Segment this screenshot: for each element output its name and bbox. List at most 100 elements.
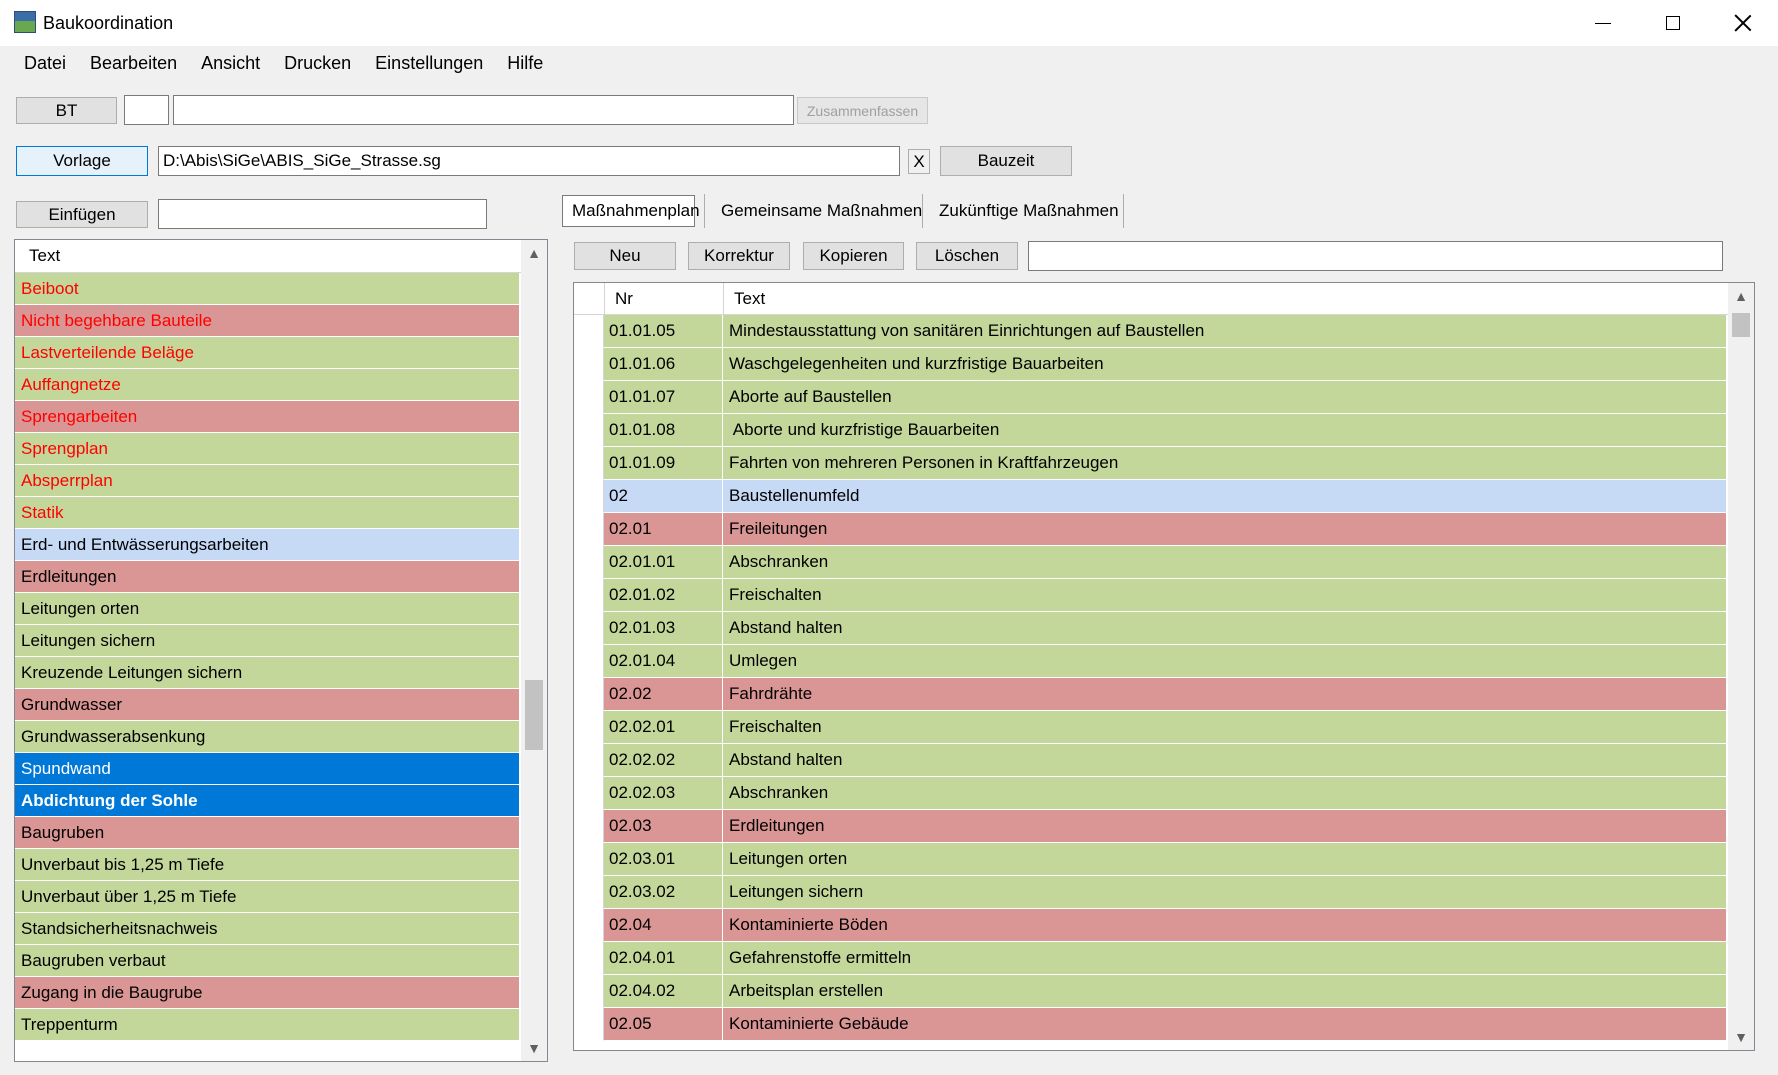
cell-nr[interactable]: 01.01.06 (604, 348, 723, 381)
table-row[interactable]: 02.02.03 Abschranken (574, 777, 1754, 810)
cell-text[interactable]: Leitungen sichern (723, 876, 1726, 909)
cell-text[interactable]: Abstand halten (723, 612, 1726, 645)
table-row[interactable]: 02.04.02 Arbeitsplan erstellen (574, 975, 1754, 1008)
list-item[interactable]: Grundwasser (15, 689, 519, 721)
cell-text[interactable]: Kontaminierte Gebäude (723, 1008, 1726, 1041)
scroll-up-icon[interactable]: ▲ (1728, 283, 1754, 309)
table-row[interactable]: 02.01 Freileitungen (574, 513, 1754, 546)
new-button[interactable]: Neu (574, 242, 676, 270)
table-row[interactable]: 02.01.02 Freischalten (574, 579, 1754, 612)
table-row[interactable]: 01.01.08 Aborte und kurzfristige Bauarbe… (574, 414, 1754, 447)
cell-nr[interactable]: 02.04.01 (604, 942, 723, 975)
table-row[interactable]: 02.03 Erdleitungen (574, 810, 1754, 843)
table-row[interactable]: 02.03.02 Leitungen sichern (574, 876, 1754, 909)
row-selector[interactable] (574, 414, 604, 447)
menu-bearbeiten[interactable]: Bearbeiten (78, 48, 189, 80)
cell-nr[interactable]: 02.01.03 (604, 612, 723, 645)
close-button[interactable] (1708, 0, 1778, 46)
cell-nr[interactable]: 02.02.02 (604, 744, 723, 777)
list-item[interactable]: Standsicherheitsnachweis (15, 913, 519, 945)
list-item[interactable]: Grundwasserabsenkung (15, 721, 519, 753)
row-selector[interactable] (574, 447, 604, 480)
cell-text[interactable]: Leitungen orten (723, 843, 1726, 876)
row-selector[interactable] (574, 579, 604, 612)
list-item[interactable]: Leitungen orten (15, 593, 519, 625)
bauzeit-button[interactable]: Bauzeit (940, 146, 1072, 176)
cell-nr[interactable]: 02.01 (604, 513, 723, 546)
list-item[interactable]: Treppenturm (15, 1009, 519, 1041)
list-item[interactable]: Erd- und Entwässerungsarbeiten (15, 529, 519, 561)
cell-text[interactable]: Freischalten (723, 579, 1726, 612)
row-selector[interactable] (574, 480, 604, 513)
cell-text[interactable]: Aborte und kurzfristige Bauarbeiten (723, 414, 1726, 447)
scroll-thumb[interactable] (525, 680, 543, 750)
cell-text[interactable]: Fahrdrähte (723, 678, 1726, 711)
list-scrollbar[interactable]: ▲ ▼ (521, 240, 547, 1061)
table-row[interactable]: 02.01.03 Abstand halten (574, 612, 1754, 645)
cell-text[interactable]: Gefahrenstoffe ermitteln (723, 942, 1726, 975)
list-item[interactable]: Beiboot (15, 273, 519, 305)
cell-text[interactable]: Abstand halten (723, 744, 1726, 777)
row-selector[interactable] (574, 1008, 604, 1041)
cell-nr[interactable]: 02.03.02 (604, 876, 723, 909)
list-item[interactable]: Sprengplan (15, 433, 519, 465)
insert-field[interactable] (158, 199, 487, 229)
copy-button[interactable]: Kopieren (803, 242, 904, 270)
cell-text[interactable]: Abschranken (723, 546, 1726, 579)
cell-nr[interactable]: 02.02 (604, 678, 723, 711)
row-selector[interactable] (574, 942, 604, 975)
cell-nr[interactable]: 01.01.08 (604, 414, 723, 447)
list-item[interactable]: Lastverteilende Beläge (15, 337, 519, 369)
cell-text[interactable]: Abschranken (723, 777, 1726, 810)
template-path-field[interactable]: D:\Abis\SiGe\ABIS_SiGe_Strasse.sg (158, 146, 900, 176)
cell-nr[interactable]: 02.02.01 (604, 711, 723, 744)
cell-nr[interactable]: 01.01.09 (604, 447, 723, 480)
row-selector[interactable] (574, 513, 604, 546)
tab-massnahmenplan[interactable]: Maßnahmenplan (562, 195, 700, 227)
correction-button[interactable]: Korrektur (688, 242, 790, 270)
list-item[interactable]: Zugang in die Baugrube (15, 977, 519, 1009)
grid-scrollbar[interactable]: ▲ ▼ (1728, 283, 1754, 1050)
table-row[interactable]: 01.01.07 Aborte auf Baustellen (574, 381, 1754, 414)
cell-text[interactable]: Arbeitsplan erstellen (723, 975, 1726, 1008)
list-item[interactable]: Abdichtung der Sohle (15, 785, 519, 817)
row-selector[interactable] (574, 645, 604, 678)
scroll-up-icon[interactable]: ▲ (521, 240, 547, 266)
bt-button[interactable]: BT (16, 97, 117, 124)
row-selector[interactable] (574, 678, 604, 711)
clear-path-button[interactable]: X (908, 149, 930, 174)
delete-button[interactable]: Löschen (916, 242, 1018, 270)
scroll-thumb[interactable] (1732, 313, 1750, 337)
menu-drucken[interactable]: Drucken (272, 48, 363, 80)
cell-text[interactable]: Freischalten (723, 711, 1726, 744)
table-row[interactable]: 02 Baustellenumfeld (574, 480, 1754, 513)
cell-text[interactable]: Umlegen (723, 645, 1726, 678)
row-selector[interactable] (574, 348, 604, 381)
tab-gemeinsame-massnahmen[interactable]: Gemeinsame Maßnahmen (712, 194, 931, 228)
table-row[interactable]: 02.04 Kontaminierte Böden (574, 909, 1754, 942)
table-row[interactable]: 02.05 Kontaminierte Gebäude (574, 1008, 1754, 1041)
row-selector[interactable] (574, 810, 604, 843)
cell-nr[interactable]: 02 (604, 480, 723, 513)
menu-einstellungen[interactable]: Einstellungen (363, 48, 495, 80)
list-item[interactable]: Baugruben (15, 817, 519, 849)
list-item[interactable]: Nicht begehbare Bauteile (15, 305, 519, 337)
insert-button[interactable]: Einfügen (16, 201, 148, 228)
cell-text[interactable]: Kontaminierte Böden (723, 909, 1726, 942)
row-selector[interactable] (574, 315, 604, 348)
row-selector[interactable] (574, 711, 604, 744)
table-row[interactable]: 02.01.04 Umlegen (574, 645, 1754, 678)
cell-nr[interactable]: 02.01.02 (604, 579, 723, 612)
row-selector[interactable] (574, 546, 604, 579)
menu-ansicht[interactable]: Ansicht (189, 48, 272, 80)
list-item[interactable]: Sprengarbeiten (15, 401, 519, 433)
scroll-down-icon[interactable]: ▼ (1728, 1024, 1754, 1050)
bt-small-field[interactable] (124, 95, 169, 125)
menu-datei[interactable]: Datei (12, 48, 78, 80)
list-item[interactable]: Unverbaut über 1,25 m Tiefe (15, 881, 519, 913)
cell-text[interactable]: Freileitungen (723, 513, 1726, 546)
list-item[interactable]: Erdleitungen (15, 561, 519, 593)
bt-description-field[interactable] (173, 95, 794, 125)
cell-nr[interactable]: 01.01.07 (604, 381, 723, 414)
table-row[interactable]: 01.01.09 Fahrten von mehreren Personen in… (574, 447, 1754, 480)
